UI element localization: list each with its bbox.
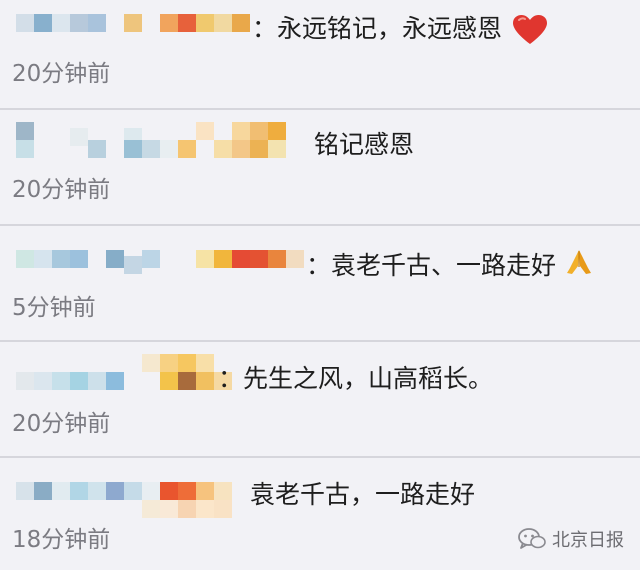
comment-text: ：袁老千古、一路走好 [306, 248, 592, 281]
heart-icon [512, 15, 547, 44]
username-blurred[interactable] [16, 458, 236, 518]
comment-text: ：先生之风，山高稻长。 [218, 364, 494, 393]
username-blurred[interactable] [16, 110, 296, 170]
comment-timestamp: 5分钟前 [12, 295, 96, 321]
source-label: 北京日报 [552, 530, 624, 551]
comment-text: 铭记感恩 [314, 130, 415, 159]
praying-hands-icon [566, 250, 591, 274]
username-blurred[interactable] [16, 226, 306, 286]
comment-text: 袁老千古，一路走好 [250, 480, 476, 509]
comment-item[interactable]: 铭记感恩 20分钟前 [0, 110, 640, 224]
comment-timestamp: 20分钟前 [12, 177, 111, 203]
comment-timestamp: 20分钟前 [12, 411, 111, 437]
wechat-logo-icon [518, 528, 546, 549]
comment-timestamp: 18分钟前 [12, 527, 111, 553]
comment-item[interactable]: ：先生之风，山高稻长。 20分钟前 [0, 342, 640, 456]
username-blurred[interactable] [16, 342, 232, 402]
comment-timestamp: 20分钟前 [12, 61, 111, 87]
comment-item[interactable]: ：永远铭记，永远感恩 20分钟前 [0, 0, 640, 108]
comment-item[interactable]: 袁老千古，一路走好 18分钟前 [0, 458, 640, 570]
source-watermark: 北京日报 [518, 526, 624, 552]
username-blurred[interactable] [16, 0, 256, 56]
comment-item[interactable]: ：袁老千古、一路走好 5分钟前 [0, 226, 640, 340]
comment-list: ：永远铭记，永远感恩 20分钟前 铭记感恩 20分钟前 ：袁老千古、一路走好 5… [0, 0, 640, 570]
comment-text: ：永远铭记，永远感恩 [252, 14, 548, 46]
